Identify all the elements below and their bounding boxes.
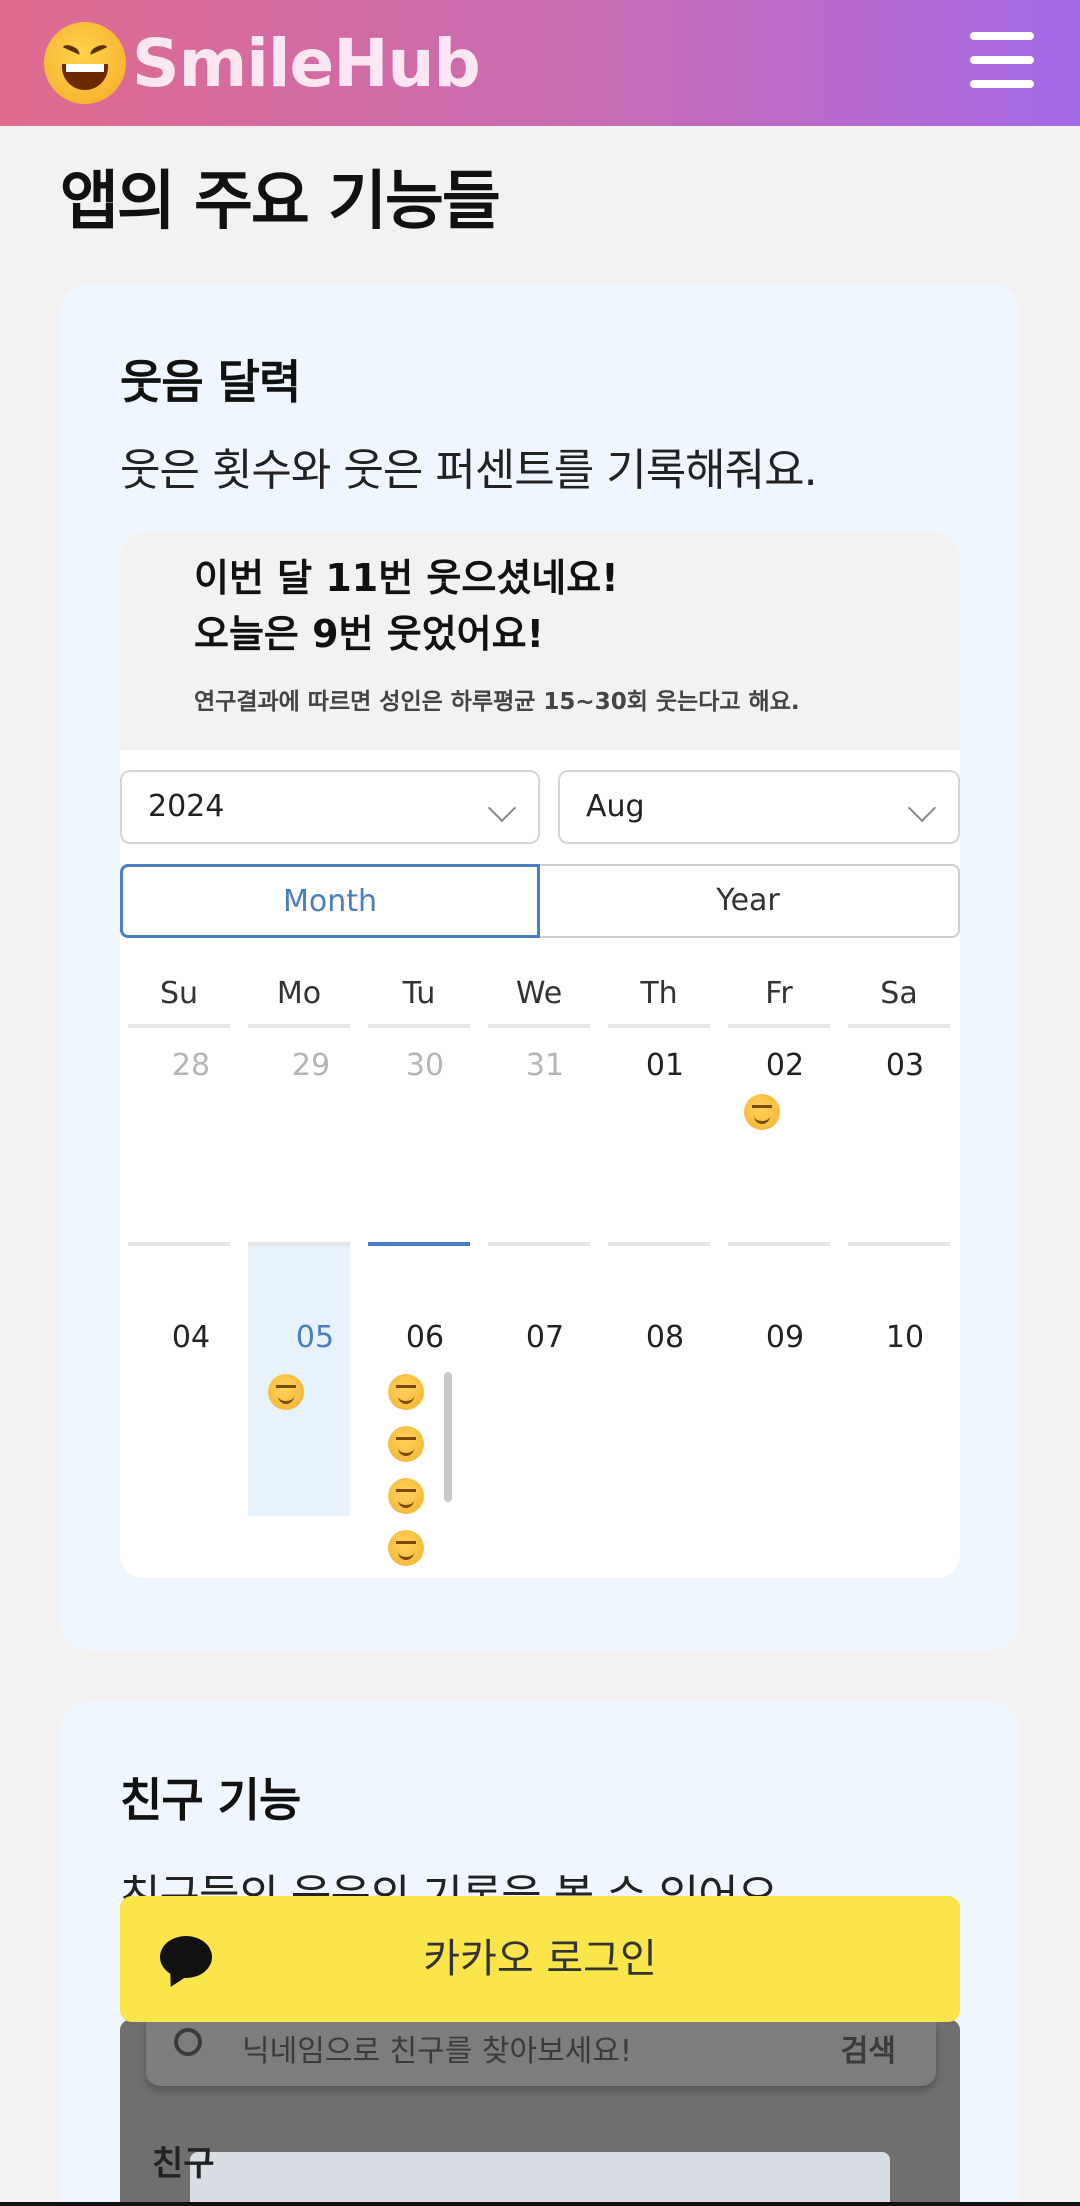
smile-emoji-icon — [388, 1478, 424, 1514]
app-header: SmileHub — [0, 0, 1080, 126]
research-note: 연구결과에 따르면 성인은 하루평균 15~30회 웃는다고 해요. — [194, 689, 800, 715]
friend-search-button[interactable]: 검색 — [841, 2026, 896, 2070]
app-logo-text[interactable]: SmileHub — [132, 25, 481, 102]
calendar-card-description: 웃은 횟수와 웃은 퍼센트를 기록해줘요. — [120, 445, 818, 496]
year-select[interactable]: 2024 — [120, 770, 540, 844]
calendar-card-title: 웃음 달력 — [120, 355, 301, 409]
weekday-header: Mo — [248, 972, 350, 1028]
weekday-header: Th — [608, 972, 710, 1028]
friend-preview: 닉네임으로 친구를 찾아보세요! 검색 친구 — [120, 2020, 960, 2206]
smile-emoji-icon — [268, 1374, 304, 1410]
calendar-day[interactable]: 03 — [854, 1048, 956, 1083]
month-view-button[interactable]: Month — [120, 864, 540, 938]
weekday-header: Sa — [848, 972, 950, 1028]
calendar-day[interactable]: 29 — [260, 1048, 362, 1083]
calendar-day[interactable]: 06 — [374, 1320, 476, 1355]
calendar-day[interactable]: 30 — [374, 1048, 476, 1083]
page-title: 앱의 주요 기능들 — [60, 165, 501, 239]
daily-smile-count: 오늘은 9번 웃었어요! — [194, 612, 544, 656]
friend-illustration — [190, 2152, 890, 2206]
smile-stats-panel: 이번 달 11번 웃으셨네요! 오늘은 9번 웃었어요! 연구결과에 따르면 성… — [120, 532, 960, 750]
calendar-day[interactable]: 08 — [614, 1320, 716, 1355]
monthly-smile-count: 이번 달 11번 웃으셨네요! — [194, 556, 619, 600]
month-select[interactable]: Aug — [558, 770, 960, 844]
calendar-day[interactable]: 31 — [494, 1048, 596, 1083]
smile-emoji-icon — [388, 1530, 424, 1566]
friends-label: 친구 — [152, 2144, 215, 2184]
weekday-header: Su — [128, 972, 230, 1028]
friend-card-title: 친구 기능 — [120, 1773, 301, 1827]
year-view-button[interactable]: Year — [538, 864, 960, 938]
day-scrollbar[interactable] — [444, 1372, 452, 1502]
chevron-down-icon — [487, 793, 517, 823]
year-select-value: 2024 — [148, 789, 225, 824]
calendar-day-today[interactable]: 05 — [264, 1320, 366, 1355]
friend-search-placeholder: 닉네임으로 친구를 찾아보세요! — [242, 2034, 632, 2069]
smile-emoji-icon — [744, 1094, 780, 1130]
hamburger-menu-icon[interactable] — [970, 32, 1034, 88]
smile-emoji-icon — [388, 1426, 424, 1462]
bottom-divider — [0, 2202, 1080, 2206]
calendar-day[interactable]: 09 — [734, 1320, 836, 1355]
kakao-login-button[interactable]: 카카오 로그인 — [120, 1896, 960, 2022]
speech-bubble-icon — [160, 1936, 212, 1978]
calendar-preview: 이번 달 11번 웃으셨네요! 오늘은 9번 웃었어요! 연구결과에 따르면 성… — [120, 532, 960, 1578]
weekday-header: We — [488, 972, 590, 1028]
calendar-day[interactable]: 10 — [854, 1320, 956, 1355]
calendar-day[interactable]: 01 — [614, 1048, 716, 1083]
calendar-day[interactable]: 28 — [140, 1048, 242, 1083]
calendar-day[interactable]: 02 — [734, 1048, 836, 1083]
weekday-header: Tu — [368, 972, 470, 1028]
calendar-feature-card: 웃음 달력 웃은 횟수와 웃은 퍼센트를 기록해줘요. 이번 달 11번 웃으셨… — [60, 284, 1020, 1650]
search-icon — [174, 2028, 202, 2056]
weekday-header: Fr — [728, 972, 830, 1028]
chevron-down-icon — [907, 793, 937, 823]
smile-emoji-icon — [388, 1374, 424, 1410]
calendar-day[interactable]: 04 — [140, 1320, 242, 1355]
kakao-login-label: 카카오 로그인 — [423, 1936, 657, 1982]
calendar-day[interactable]: 07 — [494, 1320, 596, 1355]
friend-search-bar[interactable]: 닉네임으로 친구를 찾아보세요! 검색 — [146, 2022, 936, 2086]
grinning-squinting-face-icon — [44, 22, 126, 104]
month-select-value: Aug — [586, 789, 645, 824]
view-toggle: Month Year — [120, 864, 960, 938]
